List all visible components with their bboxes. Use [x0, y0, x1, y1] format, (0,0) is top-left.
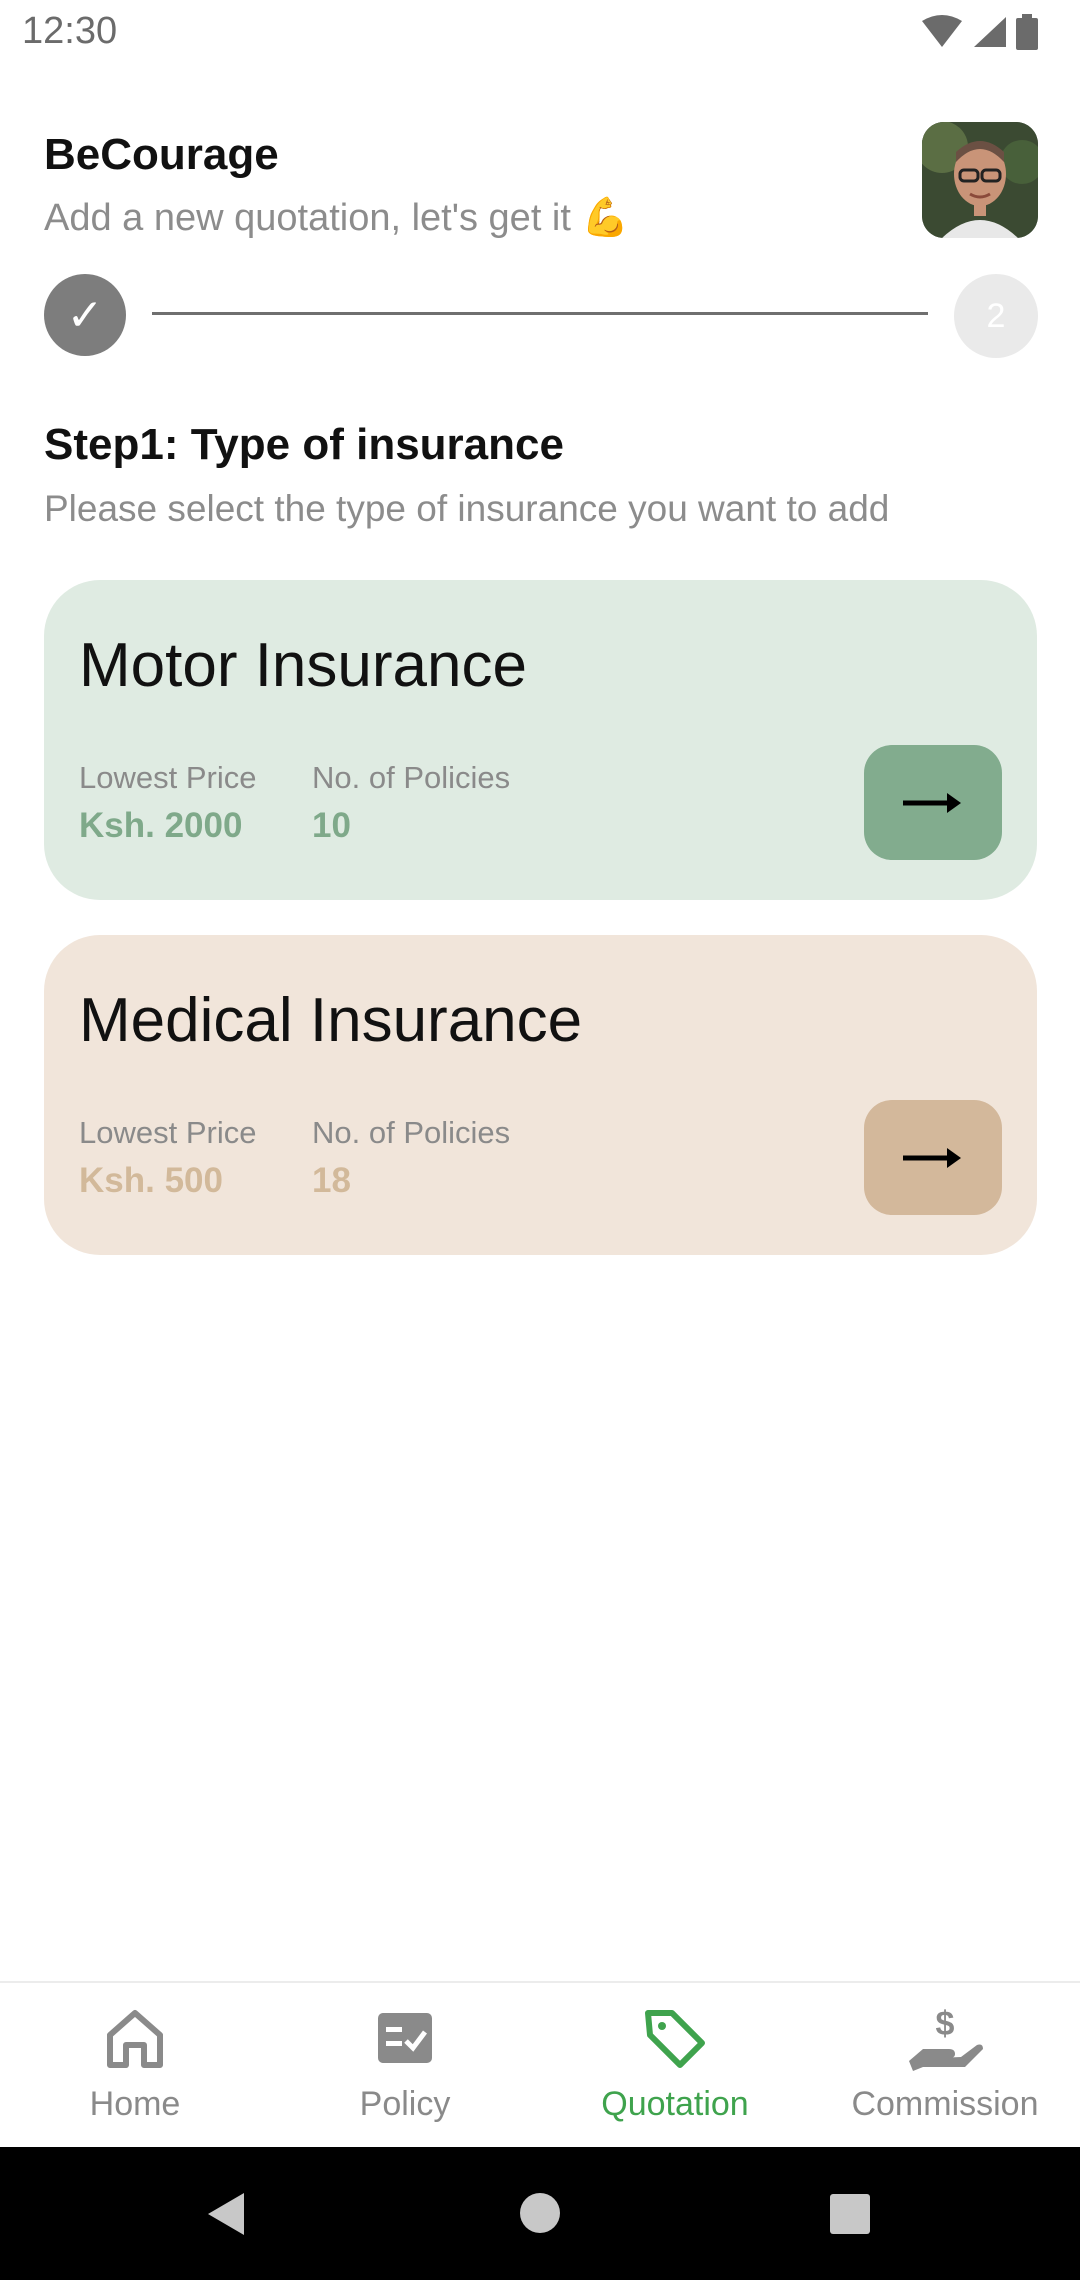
section-title: Step1: Type of insurance: [44, 420, 564, 469]
signal-icon: [974, 17, 1006, 47]
motor-insurance-card[interactable]: Motor Insurance Lowest Price Ksh. 2000 N…: [44, 580, 1037, 900]
medical-insurance-card[interactable]: Medical Insurance Lowest Price Ksh. 500 …: [44, 935, 1037, 1255]
avatar[interactable]: [922, 122, 1038, 238]
bottom-navigation: Home Policy Quotation $ Commission: [0, 1981, 1080, 2147]
lowest-price-value: Ksh. 2000: [79, 806, 243, 845]
nav-label-home: Home: [89, 2085, 181, 2123]
nav-item-commission[interactable]: $ Commission: [810, 1983, 1080, 2149]
lowest-price-label: Lowest Price: [79, 1115, 257, 1150]
status-bar: 12:30: [0, 0, 1080, 66]
dollar-hand-icon: $: [909, 2005, 983, 2071]
home-icon: [107, 2010, 163, 2068]
policies-count-label: No. of Policies: [312, 1115, 511, 1150]
lowest-price-label: Lowest Price: [79, 760, 257, 795]
arrow-right-icon: [903, 1147, 961, 1168]
nav-item-quotation[interactable]: Quotation: [540, 1983, 810, 2149]
nav-label-commission: Commission: [851, 2085, 1039, 2123]
system-navigation-bar: [0, 2147, 1080, 2280]
policies-count-stat: No. of Policies 18: [312, 1115, 510, 1201]
home-button-icon[interactable]: [519, 2192, 561, 2234]
policy-icon: [378, 2013, 432, 2063]
step-1-done-indicator: ✓: [44, 274, 126, 356]
tag-icon: [645, 2010, 705, 2068]
medical-next-button[interactable]: [864, 1100, 1002, 1215]
card-title: Medical Insurance: [79, 986, 583, 1055]
nav-label-policy: Policy: [359, 2085, 451, 2123]
arrow-right-icon: [903, 792, 961, 813]
avatar-photo: [922, 122, 1038, 238]
card-title: Motor Insurance: [79, 631, 527, 700]
wifi-icon: [922, 15, 962, 47]
stepper-line: [152, 312, 928, 315]
battery-icon: [1016, 14, 1038, 50]
lowest-price-value: Ksh. 500: [79, 1161, 223, 1200]
page-subtitle: Add a new quotation, let's get it 💪: [44, 197, 629, 239]
section-subtitle: Please select the type of insurance you …: [44, 488, 890, 529]
nav-item-policy[interactable]: Policy: [270, 1983, 540, 2149]
status-icons: [922, 14, 1038, 50]
policies-count-stat: No. of Policies 10: [312, 760, 510, 846]
status-time: 12:30: [22, 10, 118, 52]
policies-count-value: 10: [312, 806, 351, 845]
motor-next-button[interactable]: [864, 745, 1002, 860]
policies-count-value: 18: [312, 1161, 351, 1200]
back-icon[interactable]: [206, 2191, 246, 2237]
nav-item-home[interactable]: Home: [0, 1983, 270, 2149]
policies-count-label: No. of Policies: [312, 760, 511, 795]
nav-label-quotation: Quotation: [601, 2085, 749, 2123]
svg-text:$: $: [936, 2005, 955, 2043]
step-2-indicator: 2: [954, 274, 1038, 358]
lowest-price-stat: Lowest Price Ksh. 500: [79, 1115, 256, 1201]
recents-icon[interactable]: [829, 2193, 871, 2235]
lowest-price-stat: Lowest Price Ksh. 2000: [79, 760, 256, 846]
app-title: BeCourage: [44, 130, 279, 179]
